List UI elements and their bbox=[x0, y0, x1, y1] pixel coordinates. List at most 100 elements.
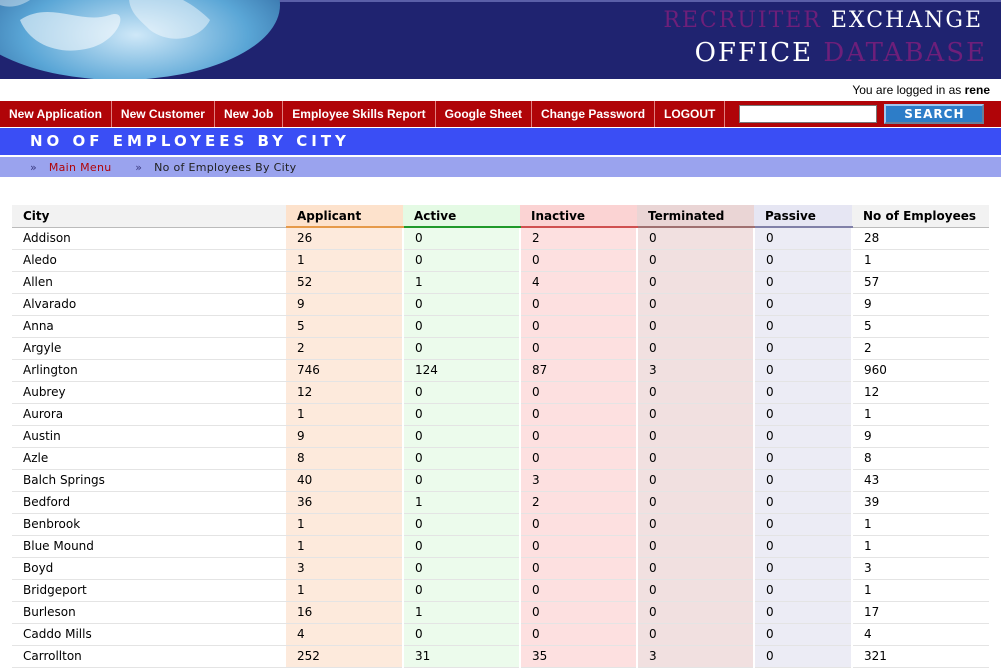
cell-active: 0 bbox=[403, 315, 521, 338]
search-input[interactable] bbox=[739, 105, 878, 123]
table-row: Bedford 36 1 2 0 0 39 bbox=[12, 491, 989, 514]
cell-active: 0 bbox=[403, 381, 521, 404]
cell-passive: 0 bbox=[754, 249, 853, 272]
cell-active: 31 bbox=[403, 645, 521, 668]
search-area: SEARCH bbox=[725, 101, 985, 127]
table-row: Alvarado 9 0 0 0 0 9 bbox=[12, 293, 989, 316]
cell-city: Caddo Mills bbox=[12, 623, 286, 646]
cell-terminated: 0 bbox=[637, 403, 755, 426]
cell-terminated: 0 bbox=[637, 623, 755, 646]
cell-applicant: 2 bbox=[286, 337, 404, 360]
table-row: Benbrook 1 0 0 0 0 1 bbox=[12, 513, 989, 536]
title-database: DATABASE bbox=[823, 38, 987, 68]
cell-passive: 0 bbox=[754, 491, 853, 514]
cell-city: Aubrey bbox=[12, 381, 286, 404]
nav-employee-skills-report[interactable]: Employee Skills Report bbox=[283, 101, 436, 127]
cell-no-of-employees: 1 bbox=[852, 579, 989, 602]
cell-no-of-employees: 3 bbox=[852, 557, 989, 580]
cell-city: Bridgeport bbox=[12, 579, 286, 602]
cell-active: 0 bbox=[403, 513, 521, 536]
cell-passive: 0 bbox=[754, 425, 853, 448]
cell-applicant: 36 bbox=[286, 491, 404, 514]
nav-new-job[interactable]: New Job bbox=[215, 101, 284, 127]
cell-active: 0 bbox=[403, 337, 521, 360]
nav-new-customer[interactable]: New Customer bbox=[112, 101, 215, 127]
cell-terminated: 0 bbox=[637, 315, 755, 338]
col-header-active: Active bbox=[403, 205, 520, 228]
cell-city: Boyd bbox=[12, 557, 286, 580]
login-status: You are logged in as rene bbox=[0, 80, 1001, 100]
cell-city: Anna bbox=[12, 315, 286, 338]
cell-no-of-employees: 12 bbox=[852, 381, 989, 404]
cell-passive: 0 bbox=[754, 315, 853, 338]
cell-terminated: 0 bbox=[637, 381, 755, 404]
cell-inactive: 0 bbox=[520, 293, 638, 316]
cell-active: 1 bbox=[403, 491, 521, 514]
search-button[interactable]: SEARCH bbox=[884, 104, 985, 124]
cell-active: 0 bbox=[403, 293, 521, 316]
cell-terminated: 0 bbox=[637, 579, 755, 602]
cell-city: Blue Mound bbox=[12, 535, 286, 558]
cell-applicant: 252 bbox=[286, 645, 404, 668]
col-header-terminated: Terminated bbox=[637, 205, 754, 228]
col-header-city: City bbox=[12, 205, 286, 228]
table-row: Argyle 2 0 0 0 0 2 bbox=[12, 337, 989, 360]
cell-no-of-employees: 9 bbox=[852, 425, 989, 448]
breadcrumb-separator: » bbox=[30, 161, 38, 174]
cell-applicant: 1 bbox=[286, 535, 404, 558]
cell-city: Bedford bbox=[12, 491, 286, 514]
cell-inactive: 0 bbox=[520, 623, 638, 646]
col-header-inactive: Inactive bbox=[520, 205, 637, 228]
cell-applicant: 746 bbox=[286, 359, 404, 382]
cell-passive: 0 bbox=[754, 227, 853, 250]
nav-logout[interactable]: LOGOUT bbox=[655, 101, 726, 127]
nav-new-application[interactable]: New Application bbox=[0, 101, 112, 127]
cell-city: Burleson bbox=[12, 601, 286, 624]
title-exchange: EXCHANGE bbox=[830, 8, 983, 33]
cell-passive: 0 bbox=[754, 403, 853, 426]
table-row: Carrollton 252 31 35 3 0 321 bbox=[12, 645, 989, 668]
cell-passive: 0 bbox=[754, 359, 853, 382]
cell-applicant: 1 bbox=[286, 249, 404, 272]
table-row: Bridgeport 1 0 0 0 0 1 bbox=[12, 579, 989, 602]
cell-applicant: 8 bbox=[286, 447, 404, 470]
cell-city: Carrollton bbox=[12, 645, 286, 668]
cell-applicant: 1 bbox=[286, 513, 404, 536]
cell-inactive: 0 bbox=[520, 579, 638, 602]
cell-applicant: 40 bbox=[286, 469, 404, 492]
cell-terminated: 3 bbox=[637, 645, 755, 668]
table-header-row: City Applicant Active Inactive Terminate… bbox=[12, 205, 989, 228]
table-row: Arlington 746 124 87 3 0 960 bbox=[12, 359, 989, 382]
table-row: Allen 52 1 4 0 0 57 bbox=[12, 271, 989, 294]
table-row: Addison 26 0 2 0 0 28 bbox=[12, 227, 989, 250]
cell-passive: 0 bbox=[754, 469, 853, 492]
cell-passive: 0 bbox=[754, 271, 853, 294]
col-header-applicant: Applicant bbox=[286, 205, 403, 228]
cell-no-of-employees: 39 bbox=[852, 491, 989, 514]
nav-change-password[interactable]: Change Password bbox=[532, 101, 656, 127]
cell-applicant: 4 bbox=[286, 623, 404, 646]
cell-inactive: 0 bbox=[520, 447, 638, 470]
cell-city: Addison bbox=[12, 227, 286, 250]
cell-inactive: 0 bbox=[520, 403, 638, 426]
cell-inactive: 2 bbox=[520, 491, 638, 514]
cell-active: 1 bbox=[403, 271, 521, 294]
table-row: Boyd 3 0 0 0 0 3 bbox=[12, 557, 989, 580]
cell-passive: 0 bbox=[754, 645, 853, 668]
col-header-passive: Passive bbox=[754, 205, 852, 228]
table-row: Blue Mound 1 0 0 0 0 1 bbox=[12, 535, 989, 558]
cell-applicant: 52 bbox=[286, 271, 404, 294]
app-title-line2: OFFICE DATABASE bbox=[695, 38, 987, 68]
cell-inactive: 87 bbox=[520, 359, 638, 382]
table-row: Balch Springs 40 0 3 0 0 43 bbox=[12, 469, 989, 492]
cell-active: 0 bbox=[403, 403, 521, 426]
cell-applicant: 12 bbox=[286, 381, 404, 404]
cell-active: 0 bbox=[403, 249, 521, 272]
table-row: Aubrey 12 0 0 0 0 12 bbox=[12, 381, 989, 404]
cell-city: Austin bbox=[12, 425, 286, 448]
cell-city: Balch Springs bbox=[12, 469, 286, 492]
table-row: Burleson 16 1 0 0 0 17 bbox=[12, 601, 989, 624]
cell-active: 0 bbox=[403, 579, 521, 602]
nav-google-sheet[interactable]: Google Sheet bbox=[436, 101, 533, 127]
breadcrumb-main-menu[interactable]: Main Menu bbox=[49, 161, 112, 174]
